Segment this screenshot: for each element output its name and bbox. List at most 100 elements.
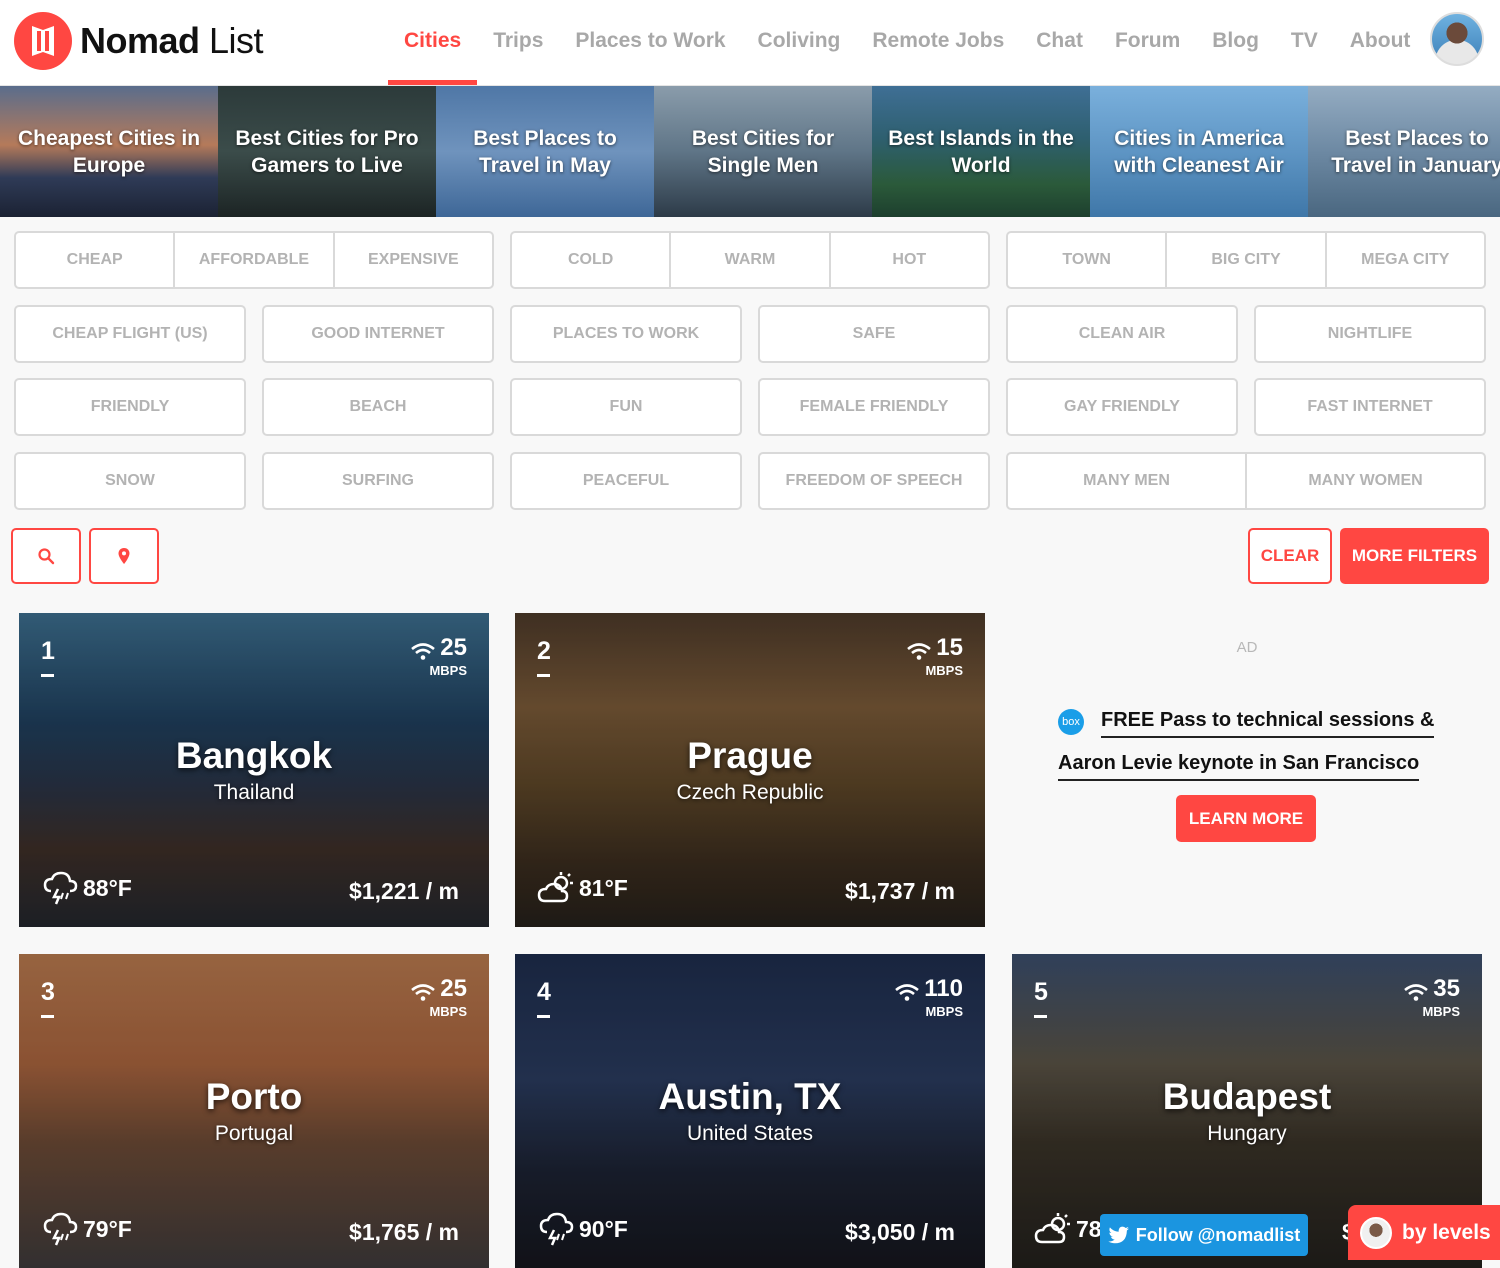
- temperature: 79°F: [41, 1212, 132, 1246]
- mbps-unit: MBPS: [1422, 1004, 1460, 1019]
- banner-best-islands[interactable]: Best Islands in the World: [872, 86, 1090, 217]
- nav-cities[interactable]: Cities: [388, 0, 478, 86]
- wifi-icon: [907, 643, 932, 660]
- mbps-value: 15: [936, 634, 963, 661]
- by-levels-badge[interactable]: by levels: [1348, 1205, 1500, 1260]
- banner-single-men[interactable]: Best Cities for Single Men: [654, 86, 872, 217]
- filter-cold[interactable]: COLD: [512, 233, 672, 287]
- city-card-porto[interactable]: 3 25 MBPS Porto Portugal 79°F $1,765 / m: [19, 954, 489, 1268]
- nav-about[interactable]: About: [1334, 0, 1427, 86]
- nav-coliving[interactable]: Coliving: [742, 0, 857, 86]
- collection-banners: Cheapest Cities in Europe Best Cities fo…: [0, 86, 1500, 217]
- filter-clean-air[interactable]: CLEAN AIR: [1006, 305, 1238, 363]
- wifi-icon: [411, 643, 436, 660]
- ad-headline-line2[interactable]: Aaron Levie keynote in San Francisco: [1058, 752, 1420, 781]
- internet-speed: 25 MBPS: [410, 635, 467, 678]
- nav-forum[interactable]: Forum: [1099, 0, 1196, 86]
- nav-trips[interactable]: Trips: [477, 0, 559, 86]
- nav-tv[interactable]: TV: [1275, 0, 1334, 86]
- filter-label: BEACH: [349, 398, 407, 415]
- more-filters-button[interactable]: MORE FILTERS: [1340, 528, 1489, 584]
- filter-warm[interactable]: WARM: [671, 233, 831, 287]
- banner-label: Best Islands in the World: [888, 126, 1074, 177]
- wifi-icon: [1404, 984, 1429, 1001]
- filter-good-internet[interactable]: GOOD INTERNET: [262, 305, 494, 363]
- banner-label: Best Places to Travel in January: [1331, 126, 1500, 177]
- filter-group-temperature: COLD WARM HOT: [510, 231, 990, 289]
- filter-gay-friendly[interactable]: GAY FRIENDLY: [1006, 378, 1238, 436]
- mbps-unit: MBPS: [925, 1004, 963, 1019]
- location-pin-icon: [118, 548, 130, 564]
- mbps-value: 35: [1433, 975, 1460, 1002]
- banner-cheapest-cities-europe[interactable]: Cheapest Cities in Europe: [0, 86, 218, 217]
- filter-female-friendly[interactable]: FEMALE FRIENDLY: [758, 378, 990, 436]
- filter-freedom-of-speech[interactable]: FREEDOM OF SPEECH: [758, 452, 990, 510]
- filter-safe[interactable]: SAFE: [758, 305, 990, 363]
- filter-beach[interactable]: BEACH: [262, 378, 494, 436]
- country-name: Thailand: [213, 781, 295, 804]
- city-card-prague[interactable]: 2 15 MBPS Prague Czech Republic 81°F $1,…: [515, 613, 985, 927]
- filter-expensive[interactable]: EXPENSIVE: [335, 233, 492, 287]
- country-name: Hungary: [1207, 1122, 1287, 1145]
- country-name: Portugal: [214, 1122, 294, 1145]
- filter-group-cost: CHEAP AFFORDABLE EXPENSIVE: [14, 231, 494, 289]
- nav-remote-jobs[interactable]: Remote Jobs: [856, 0, 1020, 86]
- filter-fun[interactable]: FUN: [510, 378, 742, 436]
- ad-block: AD box FREE Pass to technical sessions &…: [1012, 613, 1482, 927]
- logo-icon: [14, 12, 72, 70]
- nav-places-to-work[interactable]: Places to Work: [559, 0, 741, 86]
- filter-many-women[interactable]: MANY WOMEN: [1247, 454, 1484, 508]
- city-name: Prague: [687, 735, 813, 776]
- temperature: 81°F: [537, 871, 628, 905]
- banner-pro-gamers[interactable]: Best Cities for Pro Gamers to Live: [218, 86, 436, 217]
- city-rank: 4: [537, 978, 551, 1018]
- filter-hot[interactable]: HOT: [831, 233, 988, 287]
- ad-headline-line1[interactable]: FREE Pass to technical sessions &: [1101, 709, 1435, 738]
- banner-travel-may[interactable]: Best Places to Travel in May: [436, 86, 654, 217]
- nav-chat[interactable]: Chat: [1020, 0, 1099, 86]
- search-button[interactable]: [11, 528, 81, 584]
- filter-label: CLEAN AIR: [1078, 325, 1166, 342]
- filter-cheap[interactable]: CHEAP: [16, 233, 176, 287]
- filter-mega-city[interactable]: MEGA CITY: [1327, 233, 1484, 287]
- location-button[interactable]: [89, 528, 159, 584]
- filter-snow[interactable]: SNOW: [14, 452, 246, 510]
- banner-label: Best Places to Travel in May: [473, 126, 617, 177]
- clear-button[interactable]: CLEAR: [1248, 528, 1332, 584]
- filter-places-to-work[interactable]: PLACES TO WORK: [510, 305, 742, 363]
- city-card-austin[interactable]: 4 110 MBPS Austin, TX United States 90°F…: [515, 954, 985, 1268]
- filter-fast-internet[interactable]: FAST INTERNET: [1254, 378, 1486, 436]
- filter-cheap-flight[interactable]: CHEAP FLIGHT (US): [14, 305, 246, 363]
- main-nav: Cities Trips Places to Work Coliving Rem…: [388, 0, 1426, 86]
- temperature: 78: [1034, 1212, 1102, 1246]
- box-logo-icon: box: [1058, 709, 1084, 735]
- mbps-value: 25: [440, 975, 467, 1002]
- user-avatar[interactable]: [1430, 12, 1484, 66]
- nav-blog[interactable]: Blog: [1196, 0, 1275, 86]
- banner-cleanest-air[interactable]: Cities in America with Cleanest Air: [1090, 86, 1308, 217]
- country-name: United States: [686, 1122, 814, 1145]
- filter-town[interactable]: TOWN: [1008, 233, 1168, 287]
- learn-more-button[interactable]: LEARN MORE: [1176, 795, 1316, 842]
- follow-twitter-button[interactable]: Follow @nomadlist: [1100, 1214, 1308, 1256]
- filter-group-gender: MANY MEN MANY WOMEN: [1006, 452, 1486, 510]
- logo-text: Nomad List: [80, 20, 264, 61]
- city-card-bangkok[interactable]: 1 25 MBPS Bangkok Thailand 88°F $1,221 /…: [19, 613, 489, 927]
- filter-peaceful[interactable]: PEACEFUL: [510, 452, 742, 510]
- logo[interactable]: Nomad List: [14, 12, 264, 70]
- wifi-icon: [411, 984, 436, 1001]
- internet-speed: 25 MBPS: [410, 976, 467, 1019]
- internet-speed: 35 MBPS: [1403, 976, 1460, 1019]
- filter-friendly[interactable]: FRIENDLY: [14, 378, 246, 436]
- filter-label: NIGHTLIFE: [1327, 325, 1413, 342]
- filter-big-city[interactable]: BIG CITY: [1167, 233, 1327, 287]
- filter-label: FUN: [609, 398, 643, 415]
- filter-label: SAFE: [852, 325, 896, 342]
- filter-affordable[interactable]: AFFORDABLE: [175, 233, 335, 287]
- filter-surfing[interactable]: SURFING: [262, 452, 494, 510]
- filter-label: FRIENDLY: [90, 398, 170, 415]
- thunderstorm-icon: [43, 1212, 78, 1246]
- filter-nightlife[interactable]: NIGHTLIFE: [1254, 305, 1486, 363]
- filter-many-men[interactable]: MANY MEN: [1008, 454, 1247, 508]
- banner-travel-january[interactable]: Best Places to Travel in January: [1308, 86, 1500, 217]
